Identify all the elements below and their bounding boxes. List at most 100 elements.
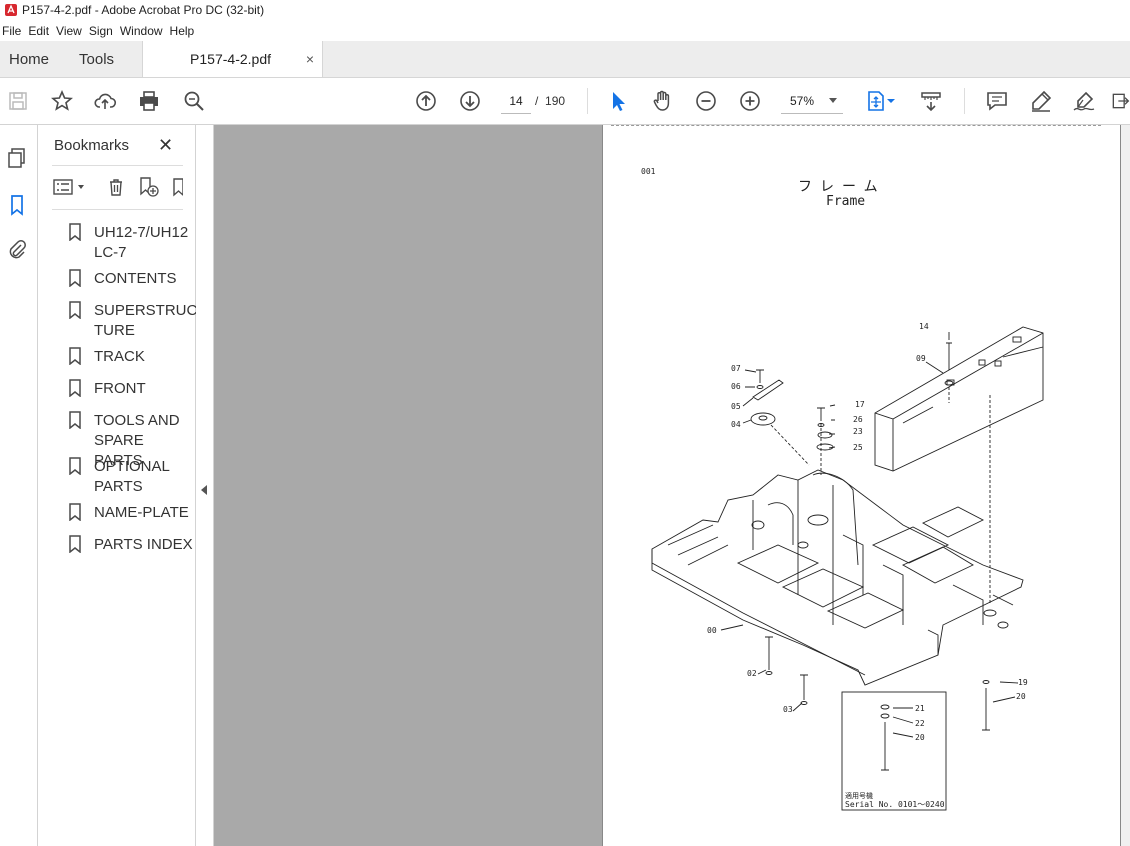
close-tab-icon[interactable]: × [306, 51, 314, 67]
zoom-in-icon[interactable] [737, 88, 763, 114]
page-thumbnails-icon[interactable] [4, 145, 30, 171]
tab-tools[interactable]: Tools [64, 41, 142, 77]
callout-label: 19 [1018, 678, 1028, 687]
bookmark-icon [69, 301, 81, 319]
page-count: 190 [545, 94, 566, 108]
bookmark-item[interactable]: UH12-7/UH12 LC-7 [68, 223, 193, 263]
callout-label: 06 [731, 382, 741, 391]
title-bar: P157-4-2.pdf - Adobe Acrobat Pro DC (32-… [0, 0, 1130, 20]
callout-label: 00 [707, 626, 717, 635]
callout-label: 14 [919, 322, 929, 331]
tab-home[interactable]: Home [0, 41, 64, 77]
bookmark-icon [69, 269, 81, 287]
divider [52, 165, 183, 166]
bookmark-icon [69, 223, 81, 241]
close-bookmarks-icon[interactable]: ✕ [158, 135, 173, 156]
callout-label: 25 [853, 443, 863, 452]
callout-label: 20 [915, 733, 925, 742]
window-title: P157-4-2.pdf - Adobe Acrobat Pro DC (32-… [22, 3, 265, 17]
bookmarks-toolbar [52, 175, 183, 199]
zoom-dropdown-icon [829, 98, 837, 103]
new-bookmark-icon[interactable] [136, 175, 160, 199]
collapse-arrow-icon [201, 485, 207, 495]
toolbar-divider [587, 88, 588, 114]
more-tools-icon[interactable] [1110, 88, 1130, 114]
callout-label: 02 [747, 669, 757, 678]
bookmark-item[interactable]: OPTIONAL PARTS [68, 457, 193, 497]
sign-pen-icon[interactable] [1071, 88, 1097, 114]
bookmark-label: SUPERSTRUC TURE [94, 302, 198, 339]
bookmark-label: OPTIONAL PARTS [94, 458, 170, 495]
bookmark-icon [69, 379, 81, 397]
fit-page-dropdown-icon[interactable] [885, 88, 897, 114]
tab-document[interactable]: P157-4-2.pdf × [142, 41, 324, 77]
panel-collapse-handle[interactable] [196, 125, 214, 846]
bookmarks-panel: Bookmarks ✕ UH12-7/UH12 LC-7 CONTENTS SU… [38, 125, 197, 846]
zoom-out-icon[interactable] [693, 88, 719, 114]
menu-window[interactable]: Window [120, 24, 170, 38]
vertical-scrollbar[interactable] [1121, 125, 1130, 846]
bookmark-item[interactable]: CONTENTS [68, 269, 193, 289]
bookmark-search-icon[interactable] [168, 175, 183, 199]
callout-label: 26 [853, 415, 863, 424]
menu-edit[interactable]: Edit [28, 24, 56, 38]
bookmark-icon [69, 347, 81, 365]
menu-file[interactable]: File [0, 24, 28, 38]
pdf-page: 001 フレーム Frame 14 09 07 06 05 04 17 26 2… [602, 125, 1121, 846]
acrobat-logo-icon [5, 4, 17, 16]
attachments-paperclip-icon[interactable] [4, 237, 30, 263]
bookmark-icon [69, 411, 81, 429]
next-page-icon[interactable] [457, 88, 483, 114]
callout-label: 21 [915, 704, 925, 713]
callout-label: 23 [853, 427, 863, 436]
tab-document-label: P157-4-2.pdf [190, 51, 271, 67]
scroll-mode-icon[interactable] [918, 88, 944, 114]
bookmarks-panel-icon[interactable] [4, 192, 30, 218]
menu-sign[interactable]: Sign [89, 24, 120, 38]
frame-exploded-diagram [651, 326, 1044, 811]
left-navigation-rail [0, 125, 38, 846]
hand-tool-icon[interactable] [649, 88, 675, 114]
menu-view[interactable]: View [56, 24, 89, 38]
menu-bar: File Edit View Sign Window Help [0, 20, 1130, 41]
callout-label: 22 [915, 719, 925, 728]
delete-bookmark-icon[interactable] [104, 175, 128, 199]
bookmark-label: FRONT [94, 380, 146, 397]
document-viewer[interactable]: 001 フレーム Frame 14 09 07 06 05 04 17 26 2… [214, 125, 1130, 846]
star-icon[interactable] [49, 88, 75, 114]
bookmark-label: CONTENTS [94, 270, 177, 287]
serial-number-range: Serial No. 0101〜0240 [845, 800, 945, 809]
save-icon[interactable] [5, 88, 31, 114]
page-separator: / [535, 94, 539, 108]
bookmark-item[interactable]: TRACK [68, 347, 193, 367]
callout-label: 09 [916, 354, 926, 363]
bookmark-label: PARTS INDEX [94, 536, 193, 553]
menu-help[interactable]: Help [170, 24, 202, 38]
bookmark-item[interactable]: FRONT [68, 379, 193, 399]
bookmark-item[interactable]: NAME-PLATE [68, 503, 193, 523]
comment-icon[interactable] [984, 88, 1010, 114]
zoom-level-select[interactable]: 57% [781, 88, 843, 114]
highlight-pen-icon[interactable] [1028, 88, 1054, 114]
bookmarks-title: Bookmarks [54, 137, 130, 154]
zoom-value: 57% [790, 93, 815, 108]
bookmark-item[interactable]: PARTS INDEX [68, 535, 193, 555]
print-icon[interactable] [136, 88, 162, 114]
callout-label: 04 [731, 420, 741, 429]
select-cursor-icon[interactable] [605, 88, 631, 114]
callout-label: 20 [1016, 692, 1026, 701]
tab-bar: Home Tools P157-4-2.pdf × [0, 41, 1130, 78]
cloud-upload-icon[interactable] [92, 88, 118, 114]
page-number-input[interactable]: 14 [501, 88, 531, 114]
divider [52, 209, 183, 210]
bookmark-item[interactable]: SUPERSTRUC TURE [68, 301, 197, 341]
search-icon[interactable] [181, 88, 207, 114]
bookmark-icon [69, 503, 81, 521]
bookmark-options-icon[interactable] [52, 175, 88, 199]
callout-label: 17 [855, 400, 865, 409]
bookmark-label: TRACK [94, 348, 145, 365]
bookmark-label: UH12-7/UH12 LC-7 [94, 224, 189, 261]
previous-page-icon[interactable] [413, 88, 439, 114]
toolbar-divider [964, 88, 965, 114]
bookmark-icon [69, 457, 81, 475]
